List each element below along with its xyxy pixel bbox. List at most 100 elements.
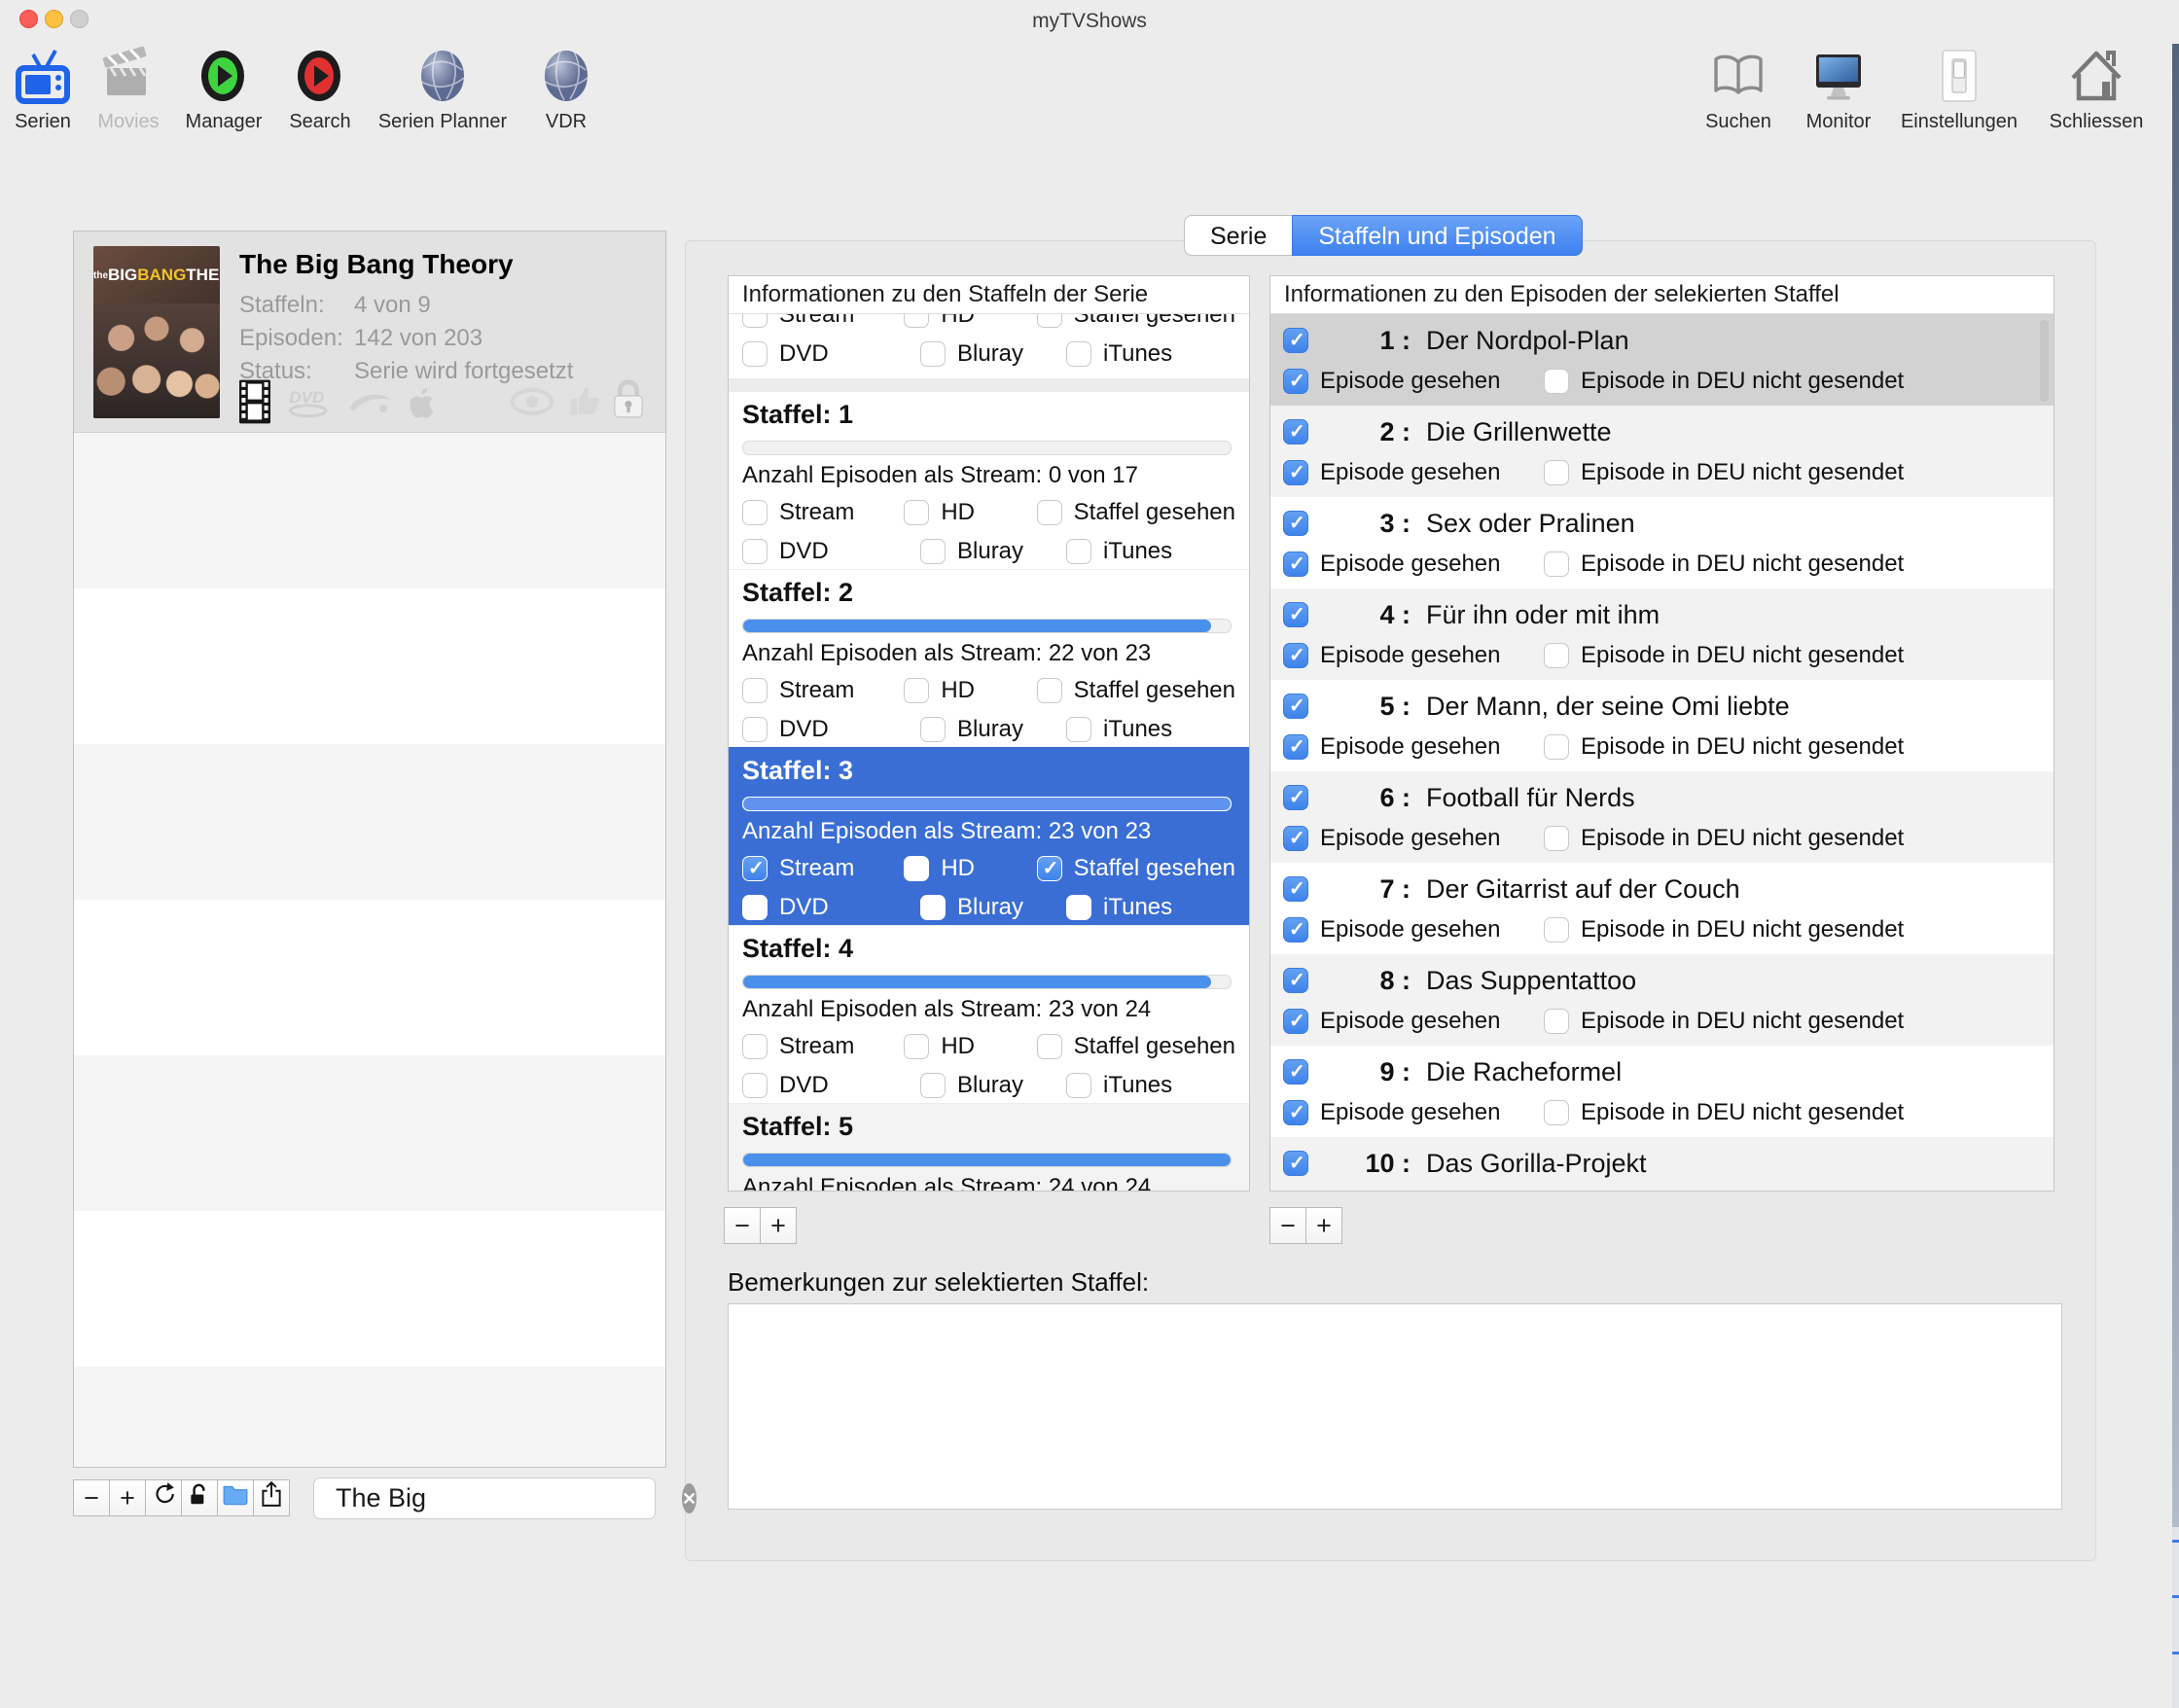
episode-checkbox[interactable]: [1283, 1059, 1308, 1085]
episode-checkbox[interactable]: [1283, 1151, 1308, 1176]
remove-season-button[interactable]: −: [724, 1207, 761, 1244]
season-block[interactable]: Staffel: 5 Anzahl Episoden als Stream: 2…: [729, 1103, 1249, 1191]
checkbox-itunes[interactable]: iTunes: [1066, 894, 1235, 921]
seasons-scroll-area[interactable]: Stream HD Staffel gesehen DVD Bluray iTu…: [729, 314, 1249, 1191]
episode-row[interactable]: 7 : Der Gitarrist auf der Couch Episode …: [1270, 863, 2054, 954]
checkbox-stream[interactable]: Stream: [742, 855, 904, 882]
episode-row[interactable]: 9 : Die Racheformel Episode gesehen Epis…: [1270, 1046, 2054, 1137]
refresh-button[interactable]: [145, 1479, 182, 1516]
checkbox-stream[interactable]: Stream: [742, 314, 904, 329]
season-block[interactable]: Staffel: 2 Anzahl Episoden als Stream: 2…: [729, 569, 1249, 747]
checkbox-bluray[interactable]: Bluray: [920, 716, 1066, 743]
checkbox-dvd[interactable]: DVD: [742, 340, 920, 368]
checkbox-bluray[interactable]: Bluray: [920, 340, 1066, 368]
checkbox-dvd[interactable]: DVD: [742, 716, 920, 743]
share-icon-button[interactable]: [253, 1479, 290, 1516]
toolbar-item-einstellungen[interactable]: Einstellungen: [1886, 45, 2032, 133]
checkbox-itunes[interactable]: iTunes: [1066, 716, 1235, 743]
episode-gesehen-checkbox[interactable]: [1283, 1100, 1308, 1125]
unlock-icon-button[interactable]: [181, 1479, 218, 1516]
checkbox-staffel-gesehen[interactable]: Staffel gesehen: [1037, 499, 1235, 526]
add-season-button[interactable]: +: [760, 1207, 797, 1244]
checkbox-itunes[interactable]: iTunes: [1066, 1072, 1235, 1099]
episode-gesehen-checkbox[interactable]: [1283, 1009, 1308, 1034]
episode-deu-checkbox[interactable]: [1544, 369, 1569, 394]
episode-checkbox[interactable]: [1283, 419, 1308, 445]
checkbox-stream[interactable]: Stream: [742, 1033, 904, 1060]
episode-row[interactable]: 6 : Football für Nerds Episode gesehen E…: [1270, 771, 2054, 863]
checkbox-hd[interactable]: HD: [904, 677, 1036, 704]
checkbox-bluray[interactable]: Bluray: [920, 1072, 1066, 1099]
episode-gesehen-checkbox[interactable]: [1283, 369, 1308, 394]
season-block[interactable]: Staffel: 4 Anzahl Episoden als Stream: 2…: [729, 925, 1249, 1103]
checkbox-stream[interactable]: Stream: [742, 677, 904, 704]
episode-checkbox[interactable]: [1283, 694, 1308, 719]
episode-gesehen-checkbox[interactable]: [1283, 643, 1308, 668]
episode-deu-checkbox[interactable]: [1544, 552, 1569, 577]
episode-row[interactable]: 1 : Der Nordpol-Plan Episode gesehen Epi…: [1270, 314, 2054, 406]
checkbox-dvd[interactable]: DVD: [742, 894, 920, 921]
episode-checkbox[interactable]: [1283, 328, 1308, 353]
episode-row[interactable]: 3 : Sex oder Pralinen Episode gesehen Ep…: [1270, 497, 2054, 588]
episode-gesehen-checkbox[interactable]: [1283, 734, 1308, 760]
episode-gesehen-checkbox[interactable]: [1283, 552, 1308, 577]
episode-row[interactable]: 10 : Das Gorilla-Projekt Episode gesehen…: [1270, 1137, 2054, 1191]
checkbox-stream[interactable]: Stream: [742, 499, 904, 526]
add-show-button[interactable]: +: [109, 1479, 146, 1516]
episode-deu-checkbox[interactable]: [1544, 643, 1569, 668]
add-episode-button[interactable]: +: [1305, 1207, 1342, 1244]
checkbox-itunes[interactable]: iTunes: [1066, 538, 1235, 565]
shows-list-empty-rows[interactable]: [74, 433, 665, 1467]
episode-checkbox[interactable]: [1283, 968, 1308, 993]
episode-deu-checkbox[interactable]: [1544, 826, 1569, 851]
season-block[interactable]: Staffel: 3 Anzahl Episoden als Stream: 2…: [729, 747, 1249, 925]
episode-gesehen-checkbox[interactable]: [1283, 917, 1308, 943]
checkbox-staffel-gesehen[interactable]: Staffel gesehen: [1037, 314, 1235, 329]
season-block[interactable]: Staffel: 1 Anzahl Episoden als Stream: 0…: [729, 391, 1249, 569]
checkbox-hd[interactable]: HD: [904, 499, 1036, 526]
remove-episode-button[interactable]: −: [1269, 1207, 1306, 1244]
episode-deu-checkbox[interactable]: [1544, 1009, 1569, 1034]
episode-checkbox[interactable]: [1283, 876, 1308, 902]
episode-checkbox[interactable]: [1283, 785, 1308, 810]
toolbar-item-suchen[interactable]: Suchen: [1680, 45, 1797, 133]
remove-show-button[interactable]: −: [73, 1479, 110, 1516]
episode-checkbox[interactable]: [1283, 511, 1308, 536]
episode-gesehen-checkbox[interactable]: [1283, 826, 1308, 851]
folder-button[interactable]: [217, 1479, 254, 1516]
episode-deu-checkbox[interactable]: [1544, 917, 1569, 943]
toolbar-item-vdr[interactable]: VDR: [508, 45, 625, 133]
checkbox-itunes[interactable]: iTunes: [1066, 340, 1235, 368]
checkbox-staffel-gesehen[interactable]: Staffel gesehen: [1037, 1033, 1235, 1060]
checkbox-bluray[interactable]: Bluray: [920, 894, 1066, 921]
toolbar-item-serien-planner[interactable]: Serien Planner: [365, 45, 520, 133]
search-input[interactable]: [334, 1482, 682, 1514]
tab-serie[interactable]: Serie: [1184, 215, 1292, 256]
toolbar-item-schliessen[interactable]: Schliessen: [2033, 45, 2160, 133]
checkbox-bluray[interactable]: Bluray: [920, 538, 1066, 565]
remarks-textarea[interactable]: [728, 1303, 2062, 1510]
episode-checkbox[interactable]: [1283, 602, 1308, 627]
episode-deu-checkbox[interactable]: [1544, 1100, 1569, 1125]
episode-gesehen-checkbox[interactable]: [1283, 460, 1308, 485]
checkbox-staffel-gesehen[interactable]: Staffel gesehen: [1037, 677, 1235, 704]
checkbox-hd[interactable]: HD: [904, 855, 1036, 882]
episode-deu-checkbox[interactable]: [1544, 734, 1569, 760]
clear-search-button[interactable]: ✕: [682, 1483, 697, 1513]
checkbox-staffel-gesehen[interactable]: Staffel gesehen: [1037, 855, 1235, 882]
episode-row[interactable]: 5 : Der Mann, der seine Omi liebte Episo…: [1270, 680, 2054, 771]
tab-staffeln-und-episoden[interactable]: Staffeln und Episoden: [1292, 215, 1582, 256]
checkbox-hd[interactable]: HD: [904, 1033, 1036, 1060]
episode-row[interactable]: 4 : Für ihn oder mit ihm Episode gesehen…: [1270, 588, 2054, 680]
episode-row[interactable]: 2 : Die Grillenwette Episode gesehen Epi…: [1270, 406, 2054, 497]
episodes-scroll-area[interactable]: 1 : Der Nordpol-Plan Episode gesehen Epi…: [1270, 314, 2054, 1191]
checkbox-dvd[interactable]: DVD: [742, 1072, 920, 1099]
episode-row[interactable]: 8 : Das Suppentattoo Episode gesehen Epi…: [1270, 954, 2054, 1046]
checkbox-dvd[interactable]: DVD: [742, 538, 920, 565]
toolbar-item-search[interactable]: Search: [262, 45, 378, 133]
toolbar-item-monitor[interactable]: Monitor: [1780, 45, 1897, 133]
episode-deu-checkbox[interactable]: [1544, 460, 1569, 485]
checkbox-hd[interactable]: HD: [904, 314, 1036, 329]
show-list-item[interactable]: theBIGBANGTHEORY The Big Bang Theory Sta…: [74, 231, 665, 433]
scrollbar-thumb[interactable]: [2040, 320, 2049, 402]
